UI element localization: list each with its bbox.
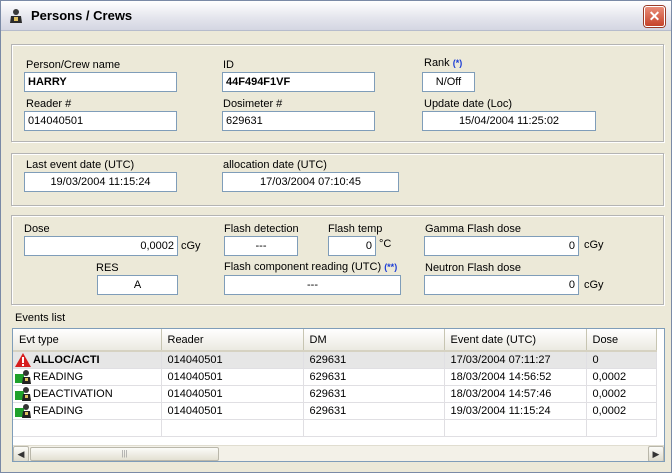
dm-cell: 629631 bbox=[303, 351, 445, 369]
dm-cell: 629631 bbox=[303, 385, 445, 403]
allocation-date-label: allocation date (UTC) bbox=[223, 159, 327, 171]
update-date-field[interactable]: 15/04/2004 11:25:02 bbox=[422, 111, 596, 131]
dose-cell: 0,0002 bbox=[586, 368, 657, 386]
person-info-group: Person/Crew name HARRY ID 44F494F1VF Ran… bbox=[11, 44, 664, 142]
rank-field[interactable]: N/Off bbox=[422, 72, 475, 92]
flash-component-footnote-marker: (**) bbox=[384, 262, 398, 272]
dm-cell: 629631 bbox=[303, 368, 445, 386]
reader-field[interactable]: 014040501 bbox=[24, 111, 177, 131]
neutron-flash-dose-unit: cGy bbox=[584, 279, 604, 291]
dosimeter-label: Dosimeter # bbox=[223, 98, 283, 110]
table-row[interactable]: ALLOC/ACTI 014040501 629631 17/03/2004 0… bbox=[13, 351, 657, 369]
gamma-flash-dose-label: Gamma Flash dose bbox=[425, 223, 521, 235]
column-header-dose[interactable]: Dose bbox=[586, 329, 657, 352]
table-row[interactable]: READING 014040501 629631 19/03/2004 11:1… bbox=[13, 402, 657, 420]
scroll-left-button[interactable]: ◀ bbox=[13, 446, 29, 461]
rank-label: Rank (*) bbox=[424, 57, 463, 69]
event-dates-group: Last event date (UTC) 19/03/2004 11:15:2… bbox=[11, 153, 664, 206]
rank-footnote-marker: (*) bbox=[452, 58, 463, 68]
gamma-flash-dose-unit: cGy bbox=[584, 239, 604, 251]
dm-cell: 629631 bbox=[303, 402, 445, 420]
evt-type-cell: READING bbox=[13, 368, 162, 386]
evt-type-text: DEACTIVATION bbox=[33, 387, 113, 400]
empty-row bbox=[13, 419, 657, 437]
reader-label: Reader # bbox=[26, 98, 72, 110]
dose-field[interactable]: 0,0002 bbox=[24, 236, 178, 256]
flash-temp-label: Flash temp bbox=[328, 223, 383, 235]
id-label: ID bbox=[223, 59, 234, 71]
column-header-evt-type[interactable]: Evt type bbox=[13, 329, 162, 352]
flash-component-field[interactable]: --- bbox=[224, 275, 401, 295]
reader-cell: 014040501 bbox=[161, 351, 304, 369]
events-list-label: Events list bbox=[15, 312, 66, 324]
persons-crews-window: Persons / Crews ✕ Person/Crew name HARRY… bbox=[0, 0, 672, 473]
table-row[interactable]: READING 014040501 629631 18/03/2004 14:5… bbox=[13, 368, 657, 386]
evt-type-cell: ALLOC/ACTI bbox=[13, 351, 162, 369]
res-label: RES bbox=[96, 262, 119, 274]
title-bar[interactable]: Persons / Crews ✕ bbox=[1, 1, 671, 31]
dose-cell: 0 bbox=[586, 351, 657, 369]
update-date-label: Update date (Loc) bbox=[424, 98, 513, 110]
reader-cell: 014040501 bbox=[161, 385, 304, 403]
dose-group: Dose 0,0002 cGy Flash detection --- Flas… bbox=[11, 215, 664, 305]
dose-label: Dose bbox=[24, 223, 50, 235]
last-event-date-field[interactable]: 19/03/2004 11:15:24 bbox=[24, 172, 177, 192]
dosimeter-field[interactable]: 629631 bbox=[222, 111, 375, 131]
reader-cell: 014040501 bbox=[161, 402, 304, 420]
last-event-date-label: Last event date (UTC) bbox=[26, 159, 135, 171]
reader-cell: 014040501 bbox=[161, 368, 304, 386]
person-name-field[interactable]: HARRY bbox=[24, 72, 177, 92]
flash-detection-label: Flash detection bbox=[224, 223, 299, 235]
column-header-reader[interactable]: Reader bbox=[161, 329, 304, 352]
dose-cell: 0,0002 bbox=[586, 402, 657, 420]
flash-temp-unit: °C bbox=[379, 238, 392, 250]
warning-icon bbox=[15, 352, 31, 367]
person-reading-icon bbox=[15, 403, 31, 418]
dose-cell: 0,0002 bbox=[586, 385, 657, 403]
flash-component-label: Flash component reading (UTC) (**) bbox=[224, 261, 398, 273]
evt-type-text: READING bbox=[33, 370, 84, 383]
flash-detection-field[interactable]: --- bbox=[224, 236, 298, 256]
horizontal-scrollbar[interactable]: ◀ ||| ▶ bbox=[13, 445, 664, 461]
person-icon bbox=[10, 9, 22, 23]
evt-type-cell: READING bbox=[13, 402, 162, 420]
events-table: Evt type Reader DM Event date (UTC) Dose… bbox=[13, 329, 657, 437]
allocation-date-field[interactable]: 17/03/2004 07:10:45 bbox=[222, 172, 399, 192]
table-row[interactable]: DEACTIVATION 014040501 629631 18/03/2004… bbox=[13, 385, 657, 403]
neutron-flash-dose-label: Neutron Flash dose bbox=[425, 262, 521, 274]
evt-type-text: ALLOC/ACTI bbox=[33, 353, 100, 366]
window-title: Persons / Crews bbox=[31, 8, 133, 23]
scroll-right-button[interactable]: ▶ bbox=[648, 446, 664, 461]
gamma-flash-dose-field[interactable]: 0 bbox=[424, 236, 579, 256]
evt-type-cell: DEACTIVATION bbox=[13, 385, 162, 403]
person-name-label: Person/Crew name bbox=[26, 59, 121, 71]
res-field[interactable]: A bbox=[97, 275, 178, 295]
event-date-cell: 18/03/2004 14:57:46 bbox=[444, 385, 587, 403]
event-date-cell: 17/03/2004 07:11:27 bbox=[444, 351, 587, 369]
column-header-dm[interactable]: DM bbox=[303, 329, 445, 352]
column-header-event-date[interactable]: Event date (UTC) bbox=[444, 329, 587, 352]
events-list[interactable]: Evt type Reader DM Event date (UTC) Dose… bbox=[12, 328, 665, 462]
close-icon: ✕ bbox=[648, 8, 661, 24]
dose-unit: cGy bbox=[181, 240, 201, 252]
neutron-flash-dose-field[interactable]: 0 bbox=[424, 275, 579, 295]
event-date-cell: 19/03/2004 11:15:24 bbox=[444, 402, 587, 420]
scroll-thumb[interactable]: ||| bbox=[30, 447, 219, 461]
flash-temp-field[interactable]: 0 bbox=[328, 236, 376, 256]
id-field[interactable]: 44F494F1VF bbox=[222, 72, 375, 92]
arrow-left-icon: ◀ bbox=[17, 449, 25, 459]
events-header-row: Evt type Reader DM Event date (UTC) Dose bbox=[13, 329, 657, 352]
event-date-cell: 18/03/2004 14:56:52 bbox=[444, 368, 587, 386]
arrow-right-icon: ▶ bbox=[652, 449, 660, 459]
person-reading-icon bbox=[15, 369, 31, 384]
evt-type-text: READING bbox=[33, 404, 84, 417]
grip-icon: ||| bbox=[121, 449, 128, 458]
close-button[interactable]: ✕ bbox=[644, 6, 665, 27]
person-reading-icon bbox=[15, 386, 31, 401]
